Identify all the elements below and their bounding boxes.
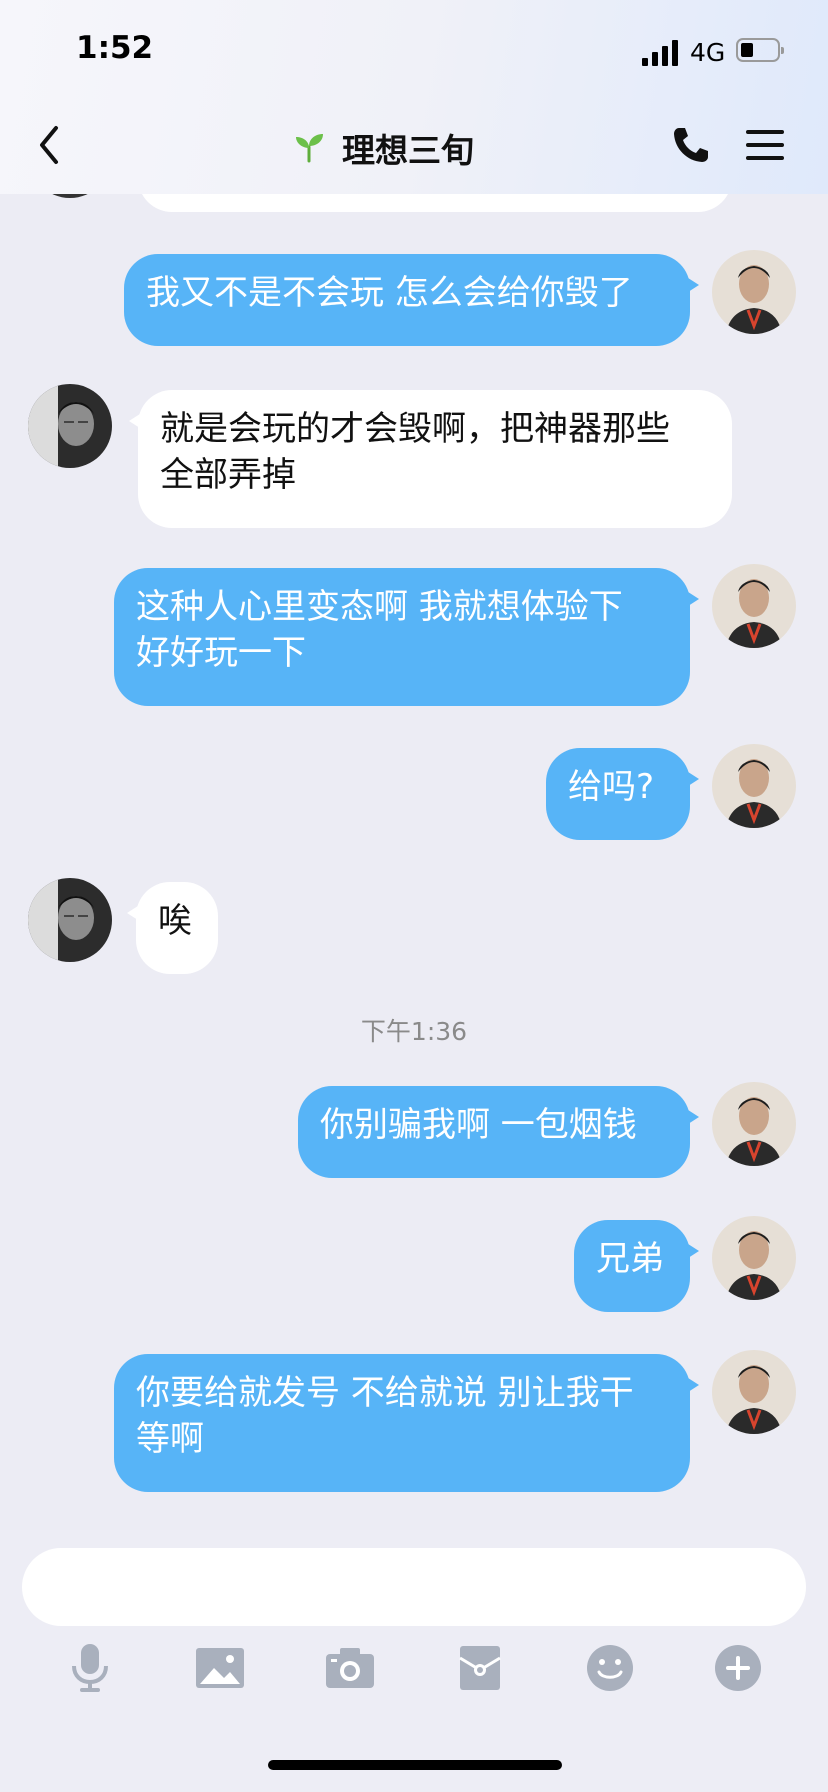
status-time: 1:52 (76, 30, 154, 66)
emoji-icon[interactable] (584, 1642, 636, 1694)
avatar-self[interactable] (712, 250, 796, 334)
battery-icon (736, 38, 784, 62)
mic-icon[interactable] (64, 1642, 116, 1694)
camera-icon[interactable] (324, 1642, 376, 1694)
avatar-self[interactable] (712, 1350, 796, 1434)
message-bubble[interactable]: 我又不是不会玩 怎么会给你毁了 (124, 254, 699, 346)
message-bubble[interactable]: 你要给就发号 不给就说 别让我干 等啊 (114, 1354, 699, 1492)
menu-icon[interactable] (746, 128, 784, 162)
avatar-other[interactable] (28, 384, 112, 468)
chat-title[interactable]: 理想三旬 (292, 124, 474, 172)
image-icon[interactable] (194, 1642, 246, 1694)
message-input[interactable] (22, 1548, 806, 1626)
message-bubble[interactable]: 给吗? (546, 748, 699, 840)
avatar-self[interactable] (712, 1216, 796, 1300)
chat-title-text: 理想三旬 (342, 131, 474, 170)
network-type: 4G (690, 38, 726, 67)
back-icon[interactable] (32, 122, 68, 168)
avatar-other[interactable] (28, 878, 112, 962)
phone-icon[interactable] (670, 124, 712, 166)
input-panel (0, 1530, 828, 1792)
message-bubble[interactable]: 就是会玩的才会毁啊，把神器那些 全部弄掉 (129, 390, 732, 528)
message-bubble[interactable]: 这种人心里变态啊 我就想体验下 好好玩一下 (114, 568, 699, 706)
message-bubble[interactable]: 兄弟 (574, 1220, 699, 1312)
signal-icon (642, 40, 678, 66)
chat-area[interactable]: 我又不是不会玩 怎么会给你毁了 就是会玩的才会毁啊，把神器那些 全部弄掉 这种人… (0, 0, 828, 1530)
avatar-self[interactable] (712, 564, 796, 648)
header-bar: 1:52 4G 理想三旬 (0, 0, 828, 194)
plus-icon[interactable] (712, 1642, 764, 1694)
sprout-icon (296, 134, 323, 163)
message-bubble[interactable]: 你别骗我啊 一包烟钱 (298, 1086, 699, 1178)
home-indicator[interactable] (268, 1760, 562, 1770)
avatar-self[interactable] (712, 744, 796, 828)
message-bubble[interactable]: 唉 (127, 882, 218, 974)
red-packet-icon[interactable] (454, 1642, 506, 1694)
message-timestamp: 下午1:36 (360, 1017, 468, 1046)
avatar-self[interactable] (712, 1082, 796, 1166)
